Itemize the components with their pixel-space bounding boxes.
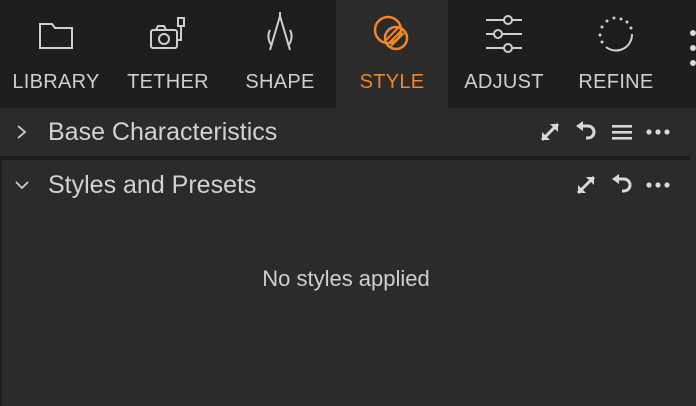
sliders-icon [486,15,522,53]
tab-style-label: STYLE [359,71,425,93]
tab-tether[interactable]: TETHER [112,0,224,108]
section-styles-and-presets[interactable]: Styles and Presets [0,160,696,210]
tab-adjust-label: ADJUST [464,71,544,93]
style-circles-icon [373,15,409,51]
tab-refine-label: REFINE [578,71,654,93]
chevron-right-icon[interactable] [12,122,32,142]
section-tools [574,173,670,197]
shape-compass-icon [267,12,293,51]
empty-styles-message: No styles applied [262,266,430,291]
tab-refine[interactable]: REFINE [560,0,672,108]
expand-icon[interactable] [574,173,598,197]
section-title: Styles and Presets [48,170,257,199]
reset-icon[interactable] [610,173,634,197]
tab-library-label: LIBRARY [12,71,100,93]
expand-icon[interactable] [538,120,562,144]
tab-tether-label: TETHER [127,71,209,93]
panel-right-border [690,108,696,406]
refine-dotted-circle-icon [598,16,634,52]
tab-adjust[interactable]: ADJUST [448,0,560,108]
more-tabs-icon[interactable] [686,30,696,76]
reset-icon[interactable] [574,120,598,144]
more-options-icon[interactable] [646,173,670,197]
more-options-icon[interactable] [646,120,670,144]
chevron-down-icon[interactable] [12,175,32,195]
tab-library[interactable]: LIBRARY [0,0,112,108]
folder-icon [39,23,73,49]
tab-shape[interactable]: SHAPE [224,0,336,108]
tab-style[interactable]: STYLE [336,0,448,108]
section-title: Base Characteristics [48,117,278,146]
section-tools [538,120,670,144]
tab-shape-label: SHAPE [245,71,315,93]
section-base-characteristics[interactable]: Base Characteristics [0,108,696,160]
tether-camera-icon [150,17,185,49]
tool-tabs-bar: LIBRARY TETHER SHAPE STYLE ADJUST REFINE [0,0,696,108]
menu-icon[interactable] [610,120,634,144]
